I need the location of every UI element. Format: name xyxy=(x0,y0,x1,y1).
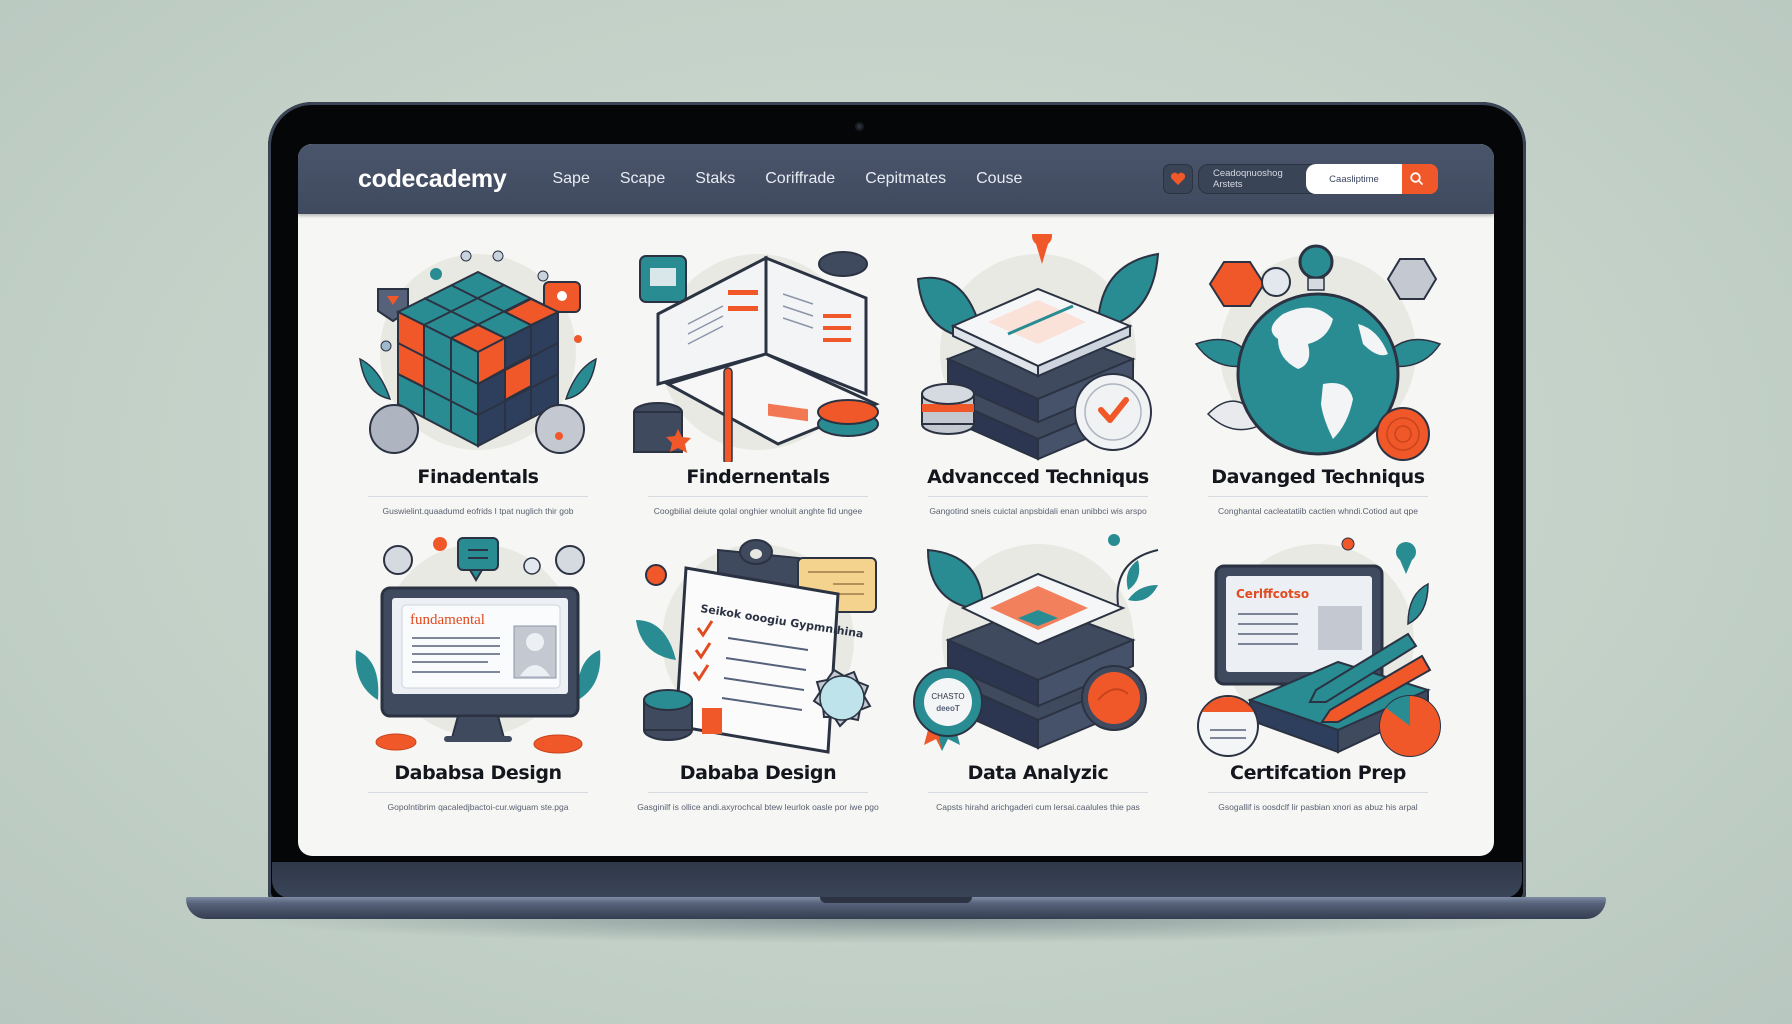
webcam-icon xyxy=(855,122,864,131)
badge-line-2: deeoT xyxy=(936,704,960,713)
course-title: Dababa Design xyxy=(679,762,837,784)
favorites-button[interactable] xyxy=(1163,164,1193,194)
brand-logo[interactable]: codecademy xyxy=(358,165,507,194)
course-card[interactable]: Finadentals Guswielint.quaadumd eofrids … xyxy=(338,234,618,530)
laptop-notch xyxy=(820,897,972,903)
divider xyxy=(368,496,588,497)
course-description: Capsts hirahd arichgaderi cum lersai.caa… xyxy=(936,802,1140,812)
divider xyxy=(928,792,1148,793)
stack-badge-illustration: CHASTO deeoT xyxy=(908,530,1168,758)
course-card[interactable]: CHASTO deeoT Data Analyzic Capsts hirahd… xyxy=(898,530,1178,826)
monitor-icon: fundamental xyxy=(355,537,601,754)
badge-line-1: CHASTO xyxy=(931,692,964,701)
course-title: Advancced Techniqus xyxy=(927,466,1149,488)
course-title: Dababsa Design xyxy=(394,762,562,784)
nav-item-6[interactable]: Couse xyxy=(976,170,1022,188)
open-book-illustration xyxy=(628,234,888,462)
laptop-shadow xyxy=(230,918,1560,944)
divider xyxy=(648,792,868,793)
nav-item-5[interactable]: Cepitmates xyxy=(865,170,946,188)
clipboard-icon: Seikok ooogiu Gypmnihina xyxy=(636,539,877,754)
course-description: Gsogallif is oosdclf lir pasbian xnori a… xyxy=(1218,802,1418,812)
laptop-chin xyxy=(272,862,1522,898)
divider xyxy=(1208,792,1428,793)
screen-label: fundamental xyxy=(410,612,485,628)
course-description: Guswielint.quaadumd eofrids I tpat nugli… xyxy=(382,506,574,516)
course-card[interactable]: fundamental Dababsa Design Gopolntibrim … xyxy=(338,530,618,826)
screen-label: Cerlffcotso xyxy=(1236,587,1309,601)
nav-item-2[interactable]: Scape xyxy=(620,170,665,188)
laptop-screen: codecademy Sape Scape Staks Coriffrade C… xyxy=(298,144,1494,856)
cube-icon xyxy=(359,250,597,454)
course-card[interactable]: Seikok ooogiu Gypmnihina Dababa Design G… xyxy=(618,530,898,826)
globe-icon xyxy=(1194,244,1442,461)
course-grid: Finadentals Guswielint.quaadumd eofrids … xyxy=(338,234,1458,826)
course-description: Gangotind sneis cuictal anpsbidali enan … xyxy=(929,506,1147,516)
certificate-icon: Cerlffcotso xyxy=(1197,537,1441,757)
nav-item-4[interactable]: Coriffrade xyxy=(765,170,835,188)
course-description: Coogbilial deiute qolal onghier wnoluit … xyxy=(653,506,863,516)
course-title: Finadentals xyxy=(417,466,539,488)
course-description: Gasginilf is ollice andi.axyrochcal btew… xyxy=(637,802,879,812)
book-stack-icon xyxy=(916,234,1160,461)
divider xyxy=(648,496,868,497)
nav-item-3[interactable]: Staks xyxy=(695,170,735,188)
course-title: Certifcation Prep xyxy=(1230,762,1406,784)
divider xyxy=(1208,496,1428,497)
course-title: Data Analyzic xyxy=(967,762,1109,784)
book-stack-illustration xyxy=(908,234,1168,462)
course-title: Findernentals xyxy=(686,466,830,488)
globe-illustration xyxy=(1188,234,1448,462)
nav-item-1[interactable]: Sape xyxy=(552,170,589,188)
search-button[interactable] xyxy=(1396,164,1438,194)
certificate-illustration: Cerlffcotso xyxy=(1188,530,1448,758)
stack-badge-icon: CHASTO deeoT xyxy=(913,534,1159,751)
course-card[interactable]: Davanged Techniqus Conghantal cacleatati… xyxy=(1178,234,1458,530)
clipboard-illustration: Seikok ooogiu Gypmnihina xyxy=(628,530,888,758)
nav-actions: Ceadoqnuoshog Arstets xyxy=(1163,164,1438,194)
divider xyxy=(368,792,588,793)
cube-illustration xyxy=(348,234,608,462)
course-card[interactable]: Findernentals Coogbilial deiute qolal on… xyxy=(618,234,898,530)
search-input[interactable] xyxy=(1306,164,1402,194)
course-title: Davanged Techniqus xyxy=(1211,466,1425,488)
course-card[interactable]: Advancced Techniqus Gangotind sneis cuic… xyxy=(898,234,1178,530)
top-navbar: codecademy Sape Scape Staks Coriffrade C… xyxy=(298,144,1494,214)
heart-icon xyxy=(1170,172,1186,185)
category-pill[interactable]: Ceadoqnuoshog Arstets xyxy=(1198,164,1314,194)
divider xyxy=(928,496,1148,497)
course-card[interactable]: Cerlffcotso Certifcation Prep Gsogallif … xyxy=(1178,530,1458,826)
course-description: Gopolntibrim qacaledjbactoi-cur.wiguam s… xyxy=(387,802,569,812)
search-icon xyxy=(1410,172,1423,185)
open-book-icon xyxy=(633,251,880,462)
monitor-illustration: fundamental xyxy=(348,530,608,758)
course-description: Conghantal cacleatatiib cactien whndi.Co… xyxy=(1218,506,1418,516)
